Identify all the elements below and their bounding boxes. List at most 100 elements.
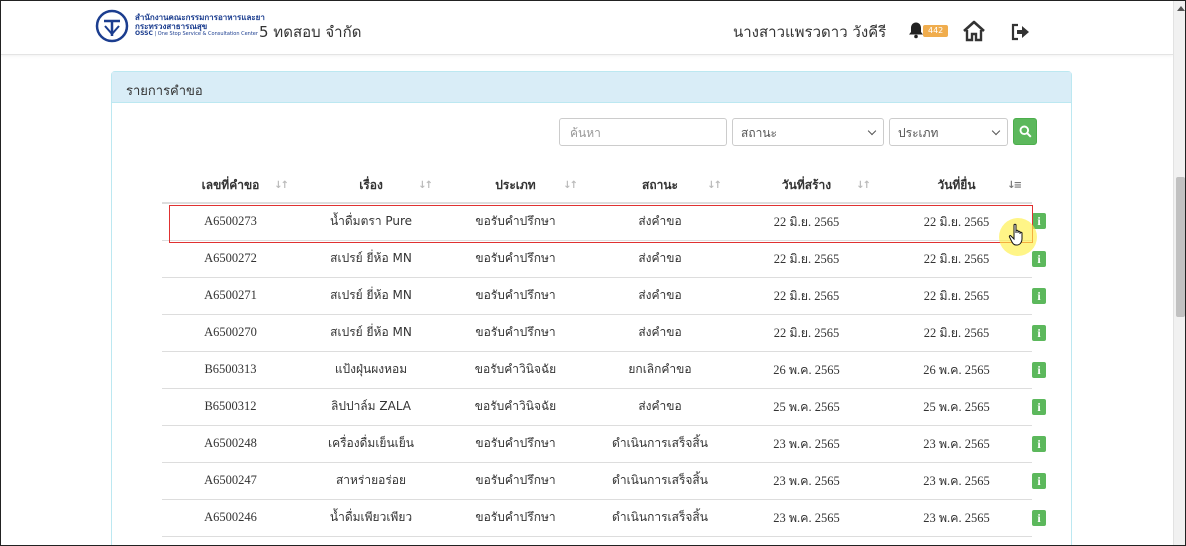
- status-select-value: สถานะ: [741, 126, 777, 140]
- table-body: A6500273 น้ำดื่มตรา Pure ขอรับคำปรึกษา ส่งค…: [162, 203, 1046, 537]
- type-cell: ขอรับคำวินิจฉัย: [443, 351, 588, 389]
- created-date-cell: 22 มิ.ย. 2565: [732, 240, 881, 278]
- logo-text: สำนักงานคณะกรรมการอาหารและยา กระทรวงสาธา…: [135, 14, 265, 37]
- header-label: วันที่ยื่น: [937, 178, 976, 192]
- created-date-cell: 25 พ.ค. 2565: [732, 388, 881, 426]
- table-row: A6500247 สาหร่ายอร่อย ขอรับคำปรึกษา ดำเนินก…: [162, 462, 1046, 500]
- table-header-row: เลขที่คำขอ ↓↑ เรื่อง ↓↑ ประเภท ↓↑ สถานะ ↓↑ ว…: [162, 169, 1032, 204]
- user-name[interactable]: นางสาวแพรวดาว วังคีรี: [733, 20, 886, 44]
- info-button[interactable]: i: [1032, 435, 1046, 452]
- scroll-thumb[interactable]: [1176, 177, 1185, 317]
- status-cell: ส่งคำขอ: [588, 240, 732, 278]
- sort-icon: ↓↑: [563, 180, 578, 191]
- type-cell: ขอรับคำปรึกษา: [443, 203, 588, 241]
- created-date-cell: 26 พ.ค. 2565: [732, 351, 881, 389]
- subject-cell: สเปรย์ ยี่ห้อ MN: [299, 314, 443, 352]
- subject-cell: แป้งฝุ่นผงหอม: [299, 351, 443, 389]
- subject-cell: น้ำดื่มตรา Pure: [299, 203, 443, 241]
- column-header-created[interactable]: วันที่สร้าง ↓↑: [732, 169, 881, 204]
- request-id-cell: A6500273: [162, 203, 299, 241]
- type-cell: ขอรับคำปรึกษา: [443, 314, 588, 352]
- type-select-value: ประเภท: [898, 126, 939, 140]
- logo-ministry-name: กระทรวงสาธารณสุข: [135, 21, 208, 31]
- column-header-status[interactable]: สถานะ ↓↑: [588, 169, 732, 204]
- subject-cell: เครื่องดื่มเย็นเย็น: [299, 425, 443, 463]
- request-list-panel: รายการคำขอ ค้นหา สถานะ ประเภท เลขที่คำขอ…: [111, 71, 1072, 545]
- top-navbar: สำนักงานคณะกรรมการอาหารและยา กระทรวงสาธา…: [1, 1, 1173, 55]
- sort-icon: ↓↑: [707, 180, 722, 191]
- column-header-submitted[interactable]: วันที่ยื่น ↓≡: [881, 169, 1032, 204]
- notification-count-badge[interactable]: 442: [923, 25, 949, 37]
- status-cell: ส่งคำขอ: [588, 203, 732, 241]
- info-button[interactable]: i: [1032, 361, 1046, 378]
- request-id-cell: A6500246: [162, 499, 299, 537]
- column-header-request-id[interactable]: เลขที่คำขอ ↓↑: [162, 169, 299, 204]
- type-cell: ขอรับคำวินิจฉัย: [443, 388, 588, 426]
- scroll-up-arrow-icon[interactable]: [1177, 6, 1185, 11]
- table-row: B6500313 แป้งฝุ่นผงหอม ขอรับคำวินิจฉัย ยกเล…: [162, 351, 1046, 389]
- created-date-cell: 23 พ.ค. 2565: [732, 425, 881, 463]
- search-input[interactable]: ค้นหา: [559, 118, 727, 146]
- type-select[interactable]: ประเภท: [889, 118, 1008, 146]
- header-label: สถานะ: [642, 178, 678, 192]
- submitted-date-cell: 25 พ.ค. 2565: [881, 388, 1032, 426]
- created-date-cell: 22 มิ.ย. 2565: [732, 203, 881, 241]
- request-id-cell: A6500271: [162, 277, 299, 315]
- page-scrollbar[interactable]: [1173, 1, 1185, 545]
- subject-cell: สาหร่ายอร่อย: [299, 462, 443, 500]
- table-row: A6500270 สเปรย์ ยี่ห้อ MN ขอรับคำปรึกษา ส่ง…: [162, 314, 1046, 352]
- status-cell: ดำเนินการเสร็จสิ้น: [588, 462, 732, 500]
- request-id-cell: A6500248: [162, 425, 299, 463]
- status-cell: ส่งคำขอ: [588, 314, 732, 352]
- created-date-cell: 22 มิ.ย. 2565: [732, 314, 881, 352]
- request-id-cell: A6500270: [162, 314, 299, 352]
- fda-logo[interactable]: สำนักงานคณะกรรมการอาหารและยา กระทรวงสาธา…: [95, 9, 265, 43]
- request-id-cell: A6500272: [162, 240, 299, 278]
- home-icon[interactable]: [962, 20, 986, 42]
- search-button[interactable]: [1013, 118, 1037, 145]
- logo-tagline: OSSC | One Stop Service & Consultation C…: [135, 31, 265, 37]
- company-name: 5 ทดสอบ จำกัด: [259, 23, 362, 41]
- status-select[interactable]: สถานะ: [732, 118, 884, 146]
- header-label: เลขที่คำขอ: [201, 178, 260, 192]
- header-label: เรื่อง: [359, 178, 383, 192]
- type-cell: ขอรับคำปรึกษา: [443, 499, 588, 537]
- request-table: เลขที่คำขอ ↓↑ เรื่อง ↓↑ ประเภท ↓↑ สถานะ ↓↑ ว…: [162, 169, 1046, 537]
- created-date-cell: 23 พ.ค. 2565: [732, 462, 881, 500]
- info-button[interactable]: i: [1032, 324, 1046, 341]
- status-cell: ส่งคำขอ: [588, 277, 732, 315]
- panel-title: รายการคำขอ: [112, 72, 1071, 103]
- request-id-cell: B6500312: [162, 388, 299, 426]
- submitted-date-cell: 26 พ.ค. 2565: [881, 351, 1032, 389]
- subject-cell: สเปรย์ ยี่ห้อ MN: [299, 240, 443, 278]
- filter-bar: ค้นหา สถานะ ประเภท: [559, 118, 1037, 146]
- created-date-cell: 22 มิ.ย. 2565: [732, 277, 881, 315]
- info-button[interactable]: i: [1032, 287, 1046, 304]
- table-row: A6500248 เครื่องดื่มเย็นเย็น ขอรับคำปรึกษา…: [162, 425, 1046, 463]
- chevron-down-icon: [867, 126, 877, 136]
- chevron-down-icon: [991, 126, 1001, 136]
- submitted-date-cell: 23 พ.ค. 2565: [881, 425, 1032, 463]
- header-label: ประเภท: [495, 178, 536, 192]
- info-button[interactable]: i: [1032, 472, 1046, 489]
- info-button[interactable]: i: [1032, 509, 1046, 526]
- sort-icon: ↓↑: [274, 180, 289, 191]
- subject-cell: สเปรย์ ยี่ห้อ MN: [299, 277, 443, 315]
- table-row: A6500246 น้ำดื่มเพียวเพียว ขอรับคำปรึกษา ดำ…: [162, 499, 1046, 537]
- submitted-date-cell: 23 พ.ค. 2565: [881, 462, 1032, 500]
- logout-icon[interactable]: [1010, 23, 1030, 41]
- table-row: B6500312 ลิปปาล์ม ZALA ขอรับคำวินิจฉัย ส่งค…: [162, 388, 1046, 426]
- search-icon: [1019, 125, 1032, 138]
- submitted-date-cell: 22 มิ.ย. 2565: [881, 314, 1032, 352]
- type-cell: ขอรับคำปรึกษา: [443, 240, 588, 278]
- status-cell: ส่งคำขอ: [588, 388, 732, 426]
- status-cell: ยกเลิกคำขอ: [588, 351, 732, 389]
- type-cell: ขอรับคำปรึกษา: [443, 425, 588, 463]
- logo-tagline-bold: OSSC: [135, 30, 153, 38]
- column-header-type[interactable]: ประเภท ↓↑: [443, 169, 588, 204]
- info-button[interactable]: i: [1032, 250, 1046, 267]
- info-button[interactable]: i: [1032, 398, 1046, 415]
- sort-icon: ↓↑: [418, 180, 433, 191]
- column-header-subject[interactable]: เรื่อง ↓↑: [299, 169, 443, 204]
- browser-frame: สำนักงานคณะกรรมการอาหารและยา กระทรวงสาธา…: [0, 0, 1186, 546]
